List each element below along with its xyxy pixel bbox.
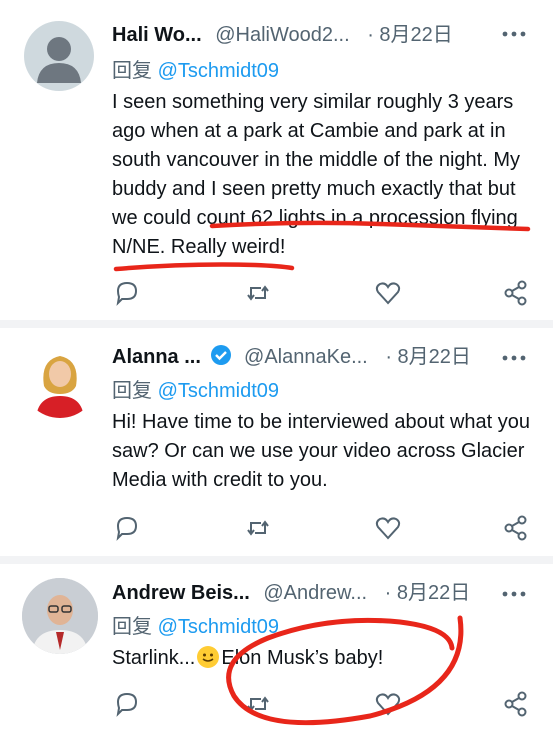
tweet-1[interactable]: Hali Wo... @HaliWood2... · 8月22日 回复 @Tsc…: [0, 0, 553, 320]
tweet-text: I seen something very similar roughly 3 …: [112, 91, 521, 258]
share-icon[interactable]: [501, 513, 531, 543]
tweet-date[interactable]: · 8月22日: [385, 346, 471, 368]
woman-avatar-icon: [36, 356, 84, 418]
tweet-3[interactable]: Andrew Beis... @Andrew... · 8月22日 回复 @Ts…: [0, 564, 553, 750]
reply-icon[interactable]: [112, 278, 142, 308]
reply-context: 回复 @Tschmidt09: [112, 612, 279, 642]
reply-to-link[interactable]: @Tschmidt09: [158, 380, 279, 402]
tweet-date[interactable]: · 8月22日: [385, 582, 471, 604]
reply-context: 回复 @Tschmidt09: [112, 56, 279, 86]
tweet-text: Starlink... Elon Musk’s baby!: [112, 644, 532, 673]
tweet-header: Alanna ... @AlannaKe... · 8月22日: [112, 342, 471, 372]
tweet-text-start: Starlink...: [112, 647, 196, 669]
verified-badge-icon: [210, 344, 232, 375]
tweet-date[interactable]: · 8月22日: [367, 24, 453, 46]
avatar[interactable]: [24, 21, 94, 91]
like-heart-icon[interactable]: [373, 278, 403, 308]
like-heart-icon[interactable]: [373, 513, 403, 543]
avatar[interactable]: [22, 578, 98, 654]
default-avatar-icon: [37, 37, 81, 83]
like-heart-icon[interactable]: [373, 689, 403, 719]
reply-prefix: 回复: [112, 616, 152, 638]
reply-icon[interactable]: [112, 513, 142, 543]
user-handle[interactable]: @HaliWood2...: [215, 24, 349, 46]
avatar[interactable]: [22, 342, 98, 418]
display-name[interactable]: Alanna ...: [112, 346, 201, 368]
display-name[interactable]: Andrew Beis...: [112, 582, 250, 604]
retweet-icon[interactable]: [243, 689, 273, 719]
retweet-icon[interactable]: [243, 278, 273, 308]
tweet-header: Andrew Beis... @Andrew... · 8月22日: [112, 578, 470, 608]
reply-to-link[interactable]: @Tschmidt09: [158, 60, 279, 82]
retweet-icon[interactable]: [243, 513, 273, 543]
reply-prefix: 回复: [112, 60, 152, 82]
tweet-header: Hali Wo... @HaliWood2... · 8月22日: [112, 20, 453, 50]
display-name[interactable]: Hali Wo...: [112, 24, 202, 46]
more-options-icon[interactable]: [501, 24, 527, 47]
reply-icon[interactable]: [112, 689, 142, 719]
share-icon[interactable]: [501, 278, 531, 308]
more-options-icon[interactable]: [501, 348, 527, 371]
tweet-separator: [0, 320, 553, 328]
reply-prefix: 回复: [112, 380, 152, 402]
tweet-actions: [110, 513, 530, 543]
user-handle[interactable]: @Andrew...: [263, 582, 367, 604]
tweet-actions: [110, 278, 530, 308]
tweet-text: Hi! Have time to be interviewed about wh…: [112, 411, 530, 491]
reply-to-link[interactable]: @Tschmidt09: [158, 616, 279, 638]
tweet-actions: [110, 689, 530, 719]
user-handle[interactable]: @AlannaKe...: [244, 346, 368, 368]
tweet-text-end: Elon Musk’s baby!: [221, 647, 384, 669]
more-options-icon[interactable]: [501, 584, 527, 607]
slightly-smiling-face-icon: [197, 646, 220, 668]
share-icon[interactable]: [501, 689, 531, 719]
man-avatar-icon: [22, 578, 98, 654]
tweet-2[interactable]: Alanna ... @AlannaKe... · 8月22日 回复 @Tsch…: [0, 328, 553, 556]
tweet-separator: [0, 556, 553, 564]
reply-context: 回复 @Tschmidt09: [112, 376, 279, 406]
